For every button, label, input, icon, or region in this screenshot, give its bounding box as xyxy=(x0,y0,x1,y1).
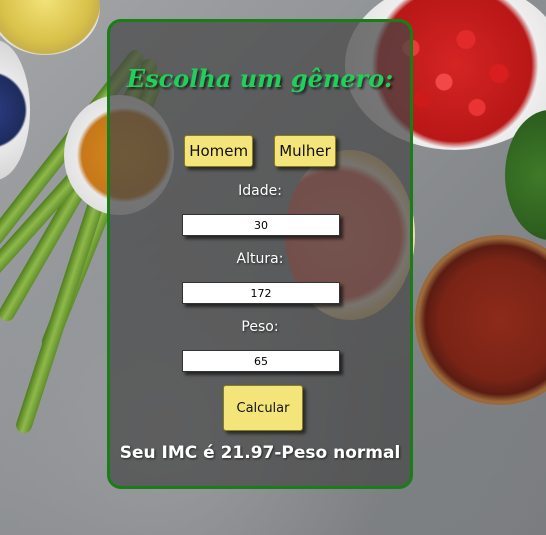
age-input[interactable] xyxy=(182,214,340,236)
bmi-result: Seu IMC é 21.97-Peso normal xyxy=(119,443,401,463)
female-button[interactable]: Mulher xyxy=(274,135,336,167)
weight-label: Peso: xyxy=(241,319,279,335)
male-button[interactable]: Homem xyxy=(184,135,254,167)
gender-buttons: Homem Mulher xyxy=(110,135,410,167)
height-label: Altura: xyxy=(236,251,284,267)
bmi-form-panel: Escolha um gênero: Homem Mulher Idade: A… xyxy=(107,19,413,489)
height-input[interactable] xyxy=(182,282,340,304)
calculate-button[interactable]: Calcular xyxy=(223,385,303,431)
weight-input[interactable] xyxy=(182,350,340,372)
gender-title: Escolha um gênero: xyxy=(126,64,394,93)
age-label: Idade: xyxy=(238,183,282,199)
